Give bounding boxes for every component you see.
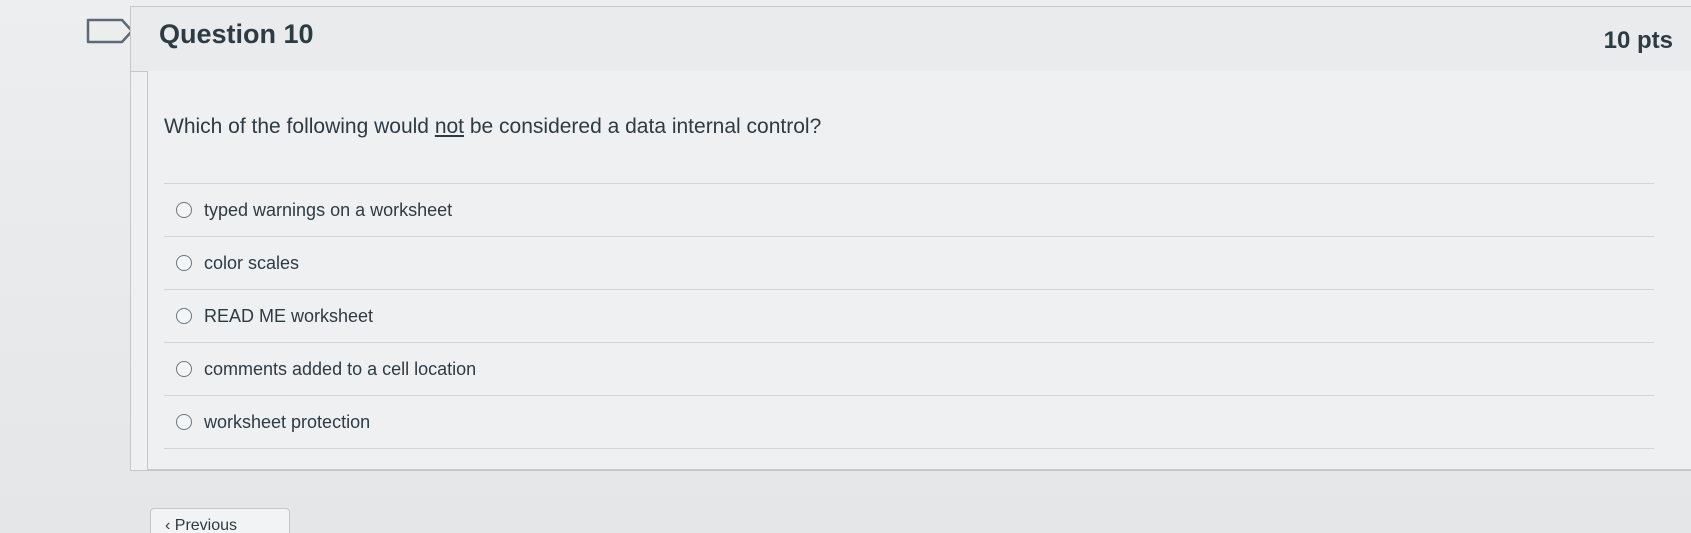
question-header: Question 10 10 pts	[131, 7, 1691, 72]
question-prompt: Which of the following would not be cons…	[164, 115, 821, 139]
answer-option[interactable]: READ ME worksheet	[164, 290, 1654, 343]
prompt-after: be considered a data internal control?	[464, 115, 822, 138]
quiz-page: Question 10 10 pts Which of the followin…	[0, 0, 1691, 533]
answer-option[interactable]: comments added to a cell location	[164, 343, 1654, 396]
previous-button[interactable]: ‹ Previous	[150, 508, 290, 533]
radio-button[interactable]	[176, 202, 192, 218]
prompt-before: Which of the following would	[164, 115, 435, 138]
answer-label[interactable]: comments added to a cell location	[204, 359, 476, 380]
answer-label[interactable]: color scales	[204, 253, 299, 274]
question-points: 10 pts	[1603, 27, 1673, 54]
radio-button[interactable]	[176, 255, 192, 271]
radio-button[interactable]	[176, 361, 192, 377]
radio-button[interactable]	[176, 414, 192, 430]
answer-option[interactable]: worksheet protection	[164, 396, 1654, 449]
question-card: Question 10 10 pts Which of the followin…	[130, 6, 1691, 471]
answer-label[interactable]: typed warnings on a worksheet	[204, 200, 452, 221]
answer-label[interactable]: READ ME worksheet	[204, 306, 373, 327]
answer-label[interactable]: worksheet protection	[204, 412, 370, 433]
radio-button[interactable]	[176, 308, 192, 324]
question-body: Which of the following would not be cons…	[147, 71, 1691, 470]
answer-option[interactable]: typed warnings on a worksheet	[164, 184, 1654, 237]
answer-option[interactable]: color scales	[164, 237, 1654, 290]
question-title: Question 10	[159, 19, 314, 49]
prompt-emphasis: not	[434, 115, 465, 138]
answer-list: typed warnings on a worksheet color scal…	[164, 183, 1654, 449]
